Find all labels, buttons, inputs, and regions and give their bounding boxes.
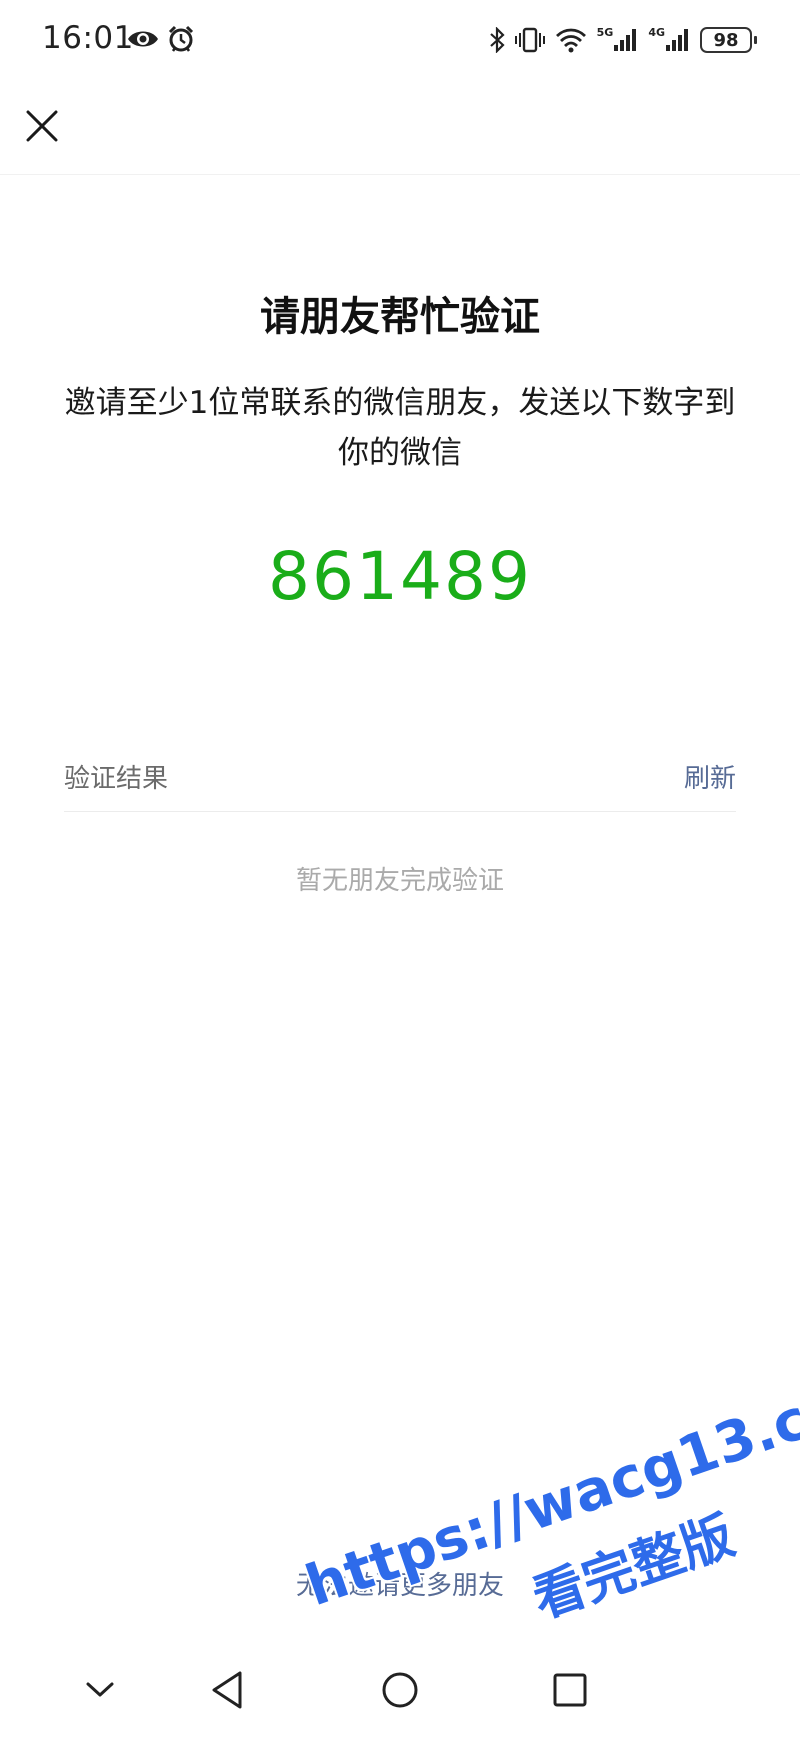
- nav-back-button[interactable]: [200, 1660, 260, 1720]
- eye-icon: [128, 31, 158, 47]
- back-icon: [212, 1671, 242, 1709]
- battery-icon: 98: [700, 27, 757, 53]
- recents-icon: [553, 1673, 587, 1707]
- header: [0, 80, 800, 175]
- signal-4g-icon: 4G: [648, 27, 690, 53]
- signal-5g-icon: 5G: [597, 27, 639, 53]
- watermark-text: 看完整版: [525, 1505, 742, 1631]
- battery-level: 98: [713, 29, 739, 51]
- result-label: 验证结果: [64, 764, 169, 794]
- nav-recents-button[interactable]: [540, 1660, 600, 1720]
- page: 16:01 5G 4G 98 请朋友帮忙验证 邀请至少1位常联系的微信朋友，发送…: [0, 0, 800, 1737]
- alarm-icon: [168, 25, 194, 52]
- close-icon: [26, 110, 58, 142]
- verification-result-row: 验证结果 刷新: [64, 748, 736, 812]
- nav-home-button[interactable]: [370, 1660, 430, 1720]
- home-icon: [382, 1672, 418, 1708]
- status-right-icons: 5G 4G 98: [489, 22, 757, 58]
- status-time: 16:01: [42, 20, 134, 56]
- cannot-invite-link[interactable]: 无法邀请更多朋友: [0, 1565, 800, 1602]
- verification-code: 861489: [268, 538, 532, 615]
- navigation-bar: [0, 1660, 800, 1737]
- vibrate-icon: [514, 27, 545, 53]
- page-title: 请朋友帮忙验证: [260, 294, 540, 340]
- network-5g-label: 5G: [596, 26, 614, 39]
- bluetooth-icon: [489, 27, 505, 53]
- status-bar: 16:01 5G 4G 98: [0, 0, 800, 80]
- refresh-button[interactable]: 刷新: [684, 758, 736, 795]
- wifi-icon: [555, 28, 586, 53]
- network-4g-label: 4G: [648, 26, 665, 39]
- instruction-text: 邀请至少1位常联系的微信朋友，发送以下数字到你的微信: [64, 385, 736, 471]
- empty-state-text: 暂无朋友完成验证: [295, 866, 504, 896]
- status-left-icons: [127, 22, 195, 56]
- close-button[interactable]: [22, 106, 62, 146]
- hide-nav-button[interactable]: [70, 1660, 130, 1720]
- chevron-down-icon: [86, 1682, 114, 1697]
